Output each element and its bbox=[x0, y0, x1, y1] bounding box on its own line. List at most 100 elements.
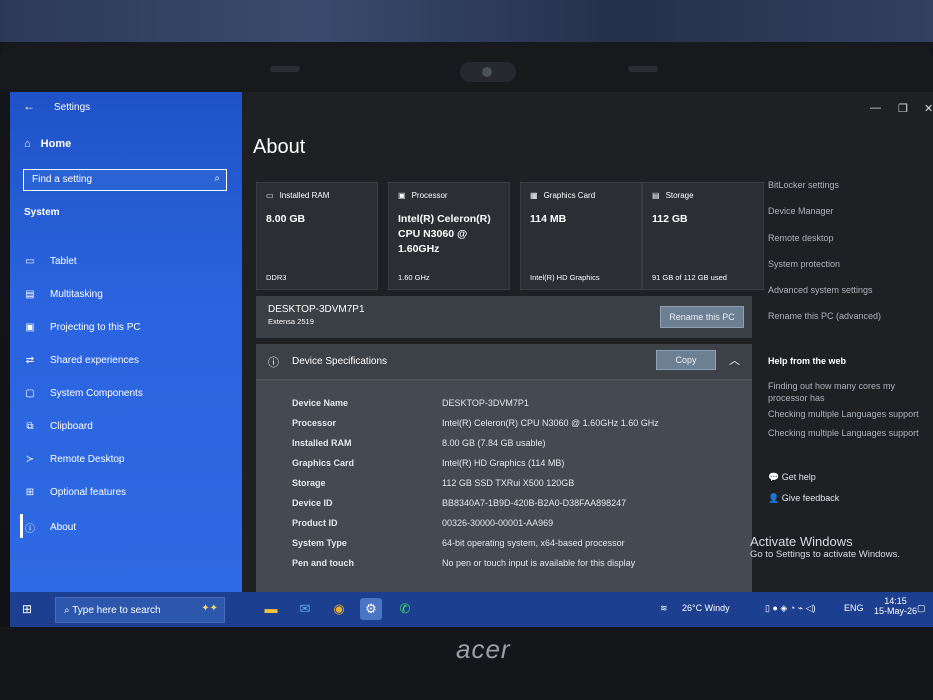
activation-watermark: Activate Windows Go to Settings to activ… bbox=[750, 534, 900, 560]
graphics-card: ▦ Graphics Card 114 MB Intel(R) HD Graphi… bbox=[520, 182, 642, 290]
link-device-manager[interactable]: Device Manager bbox=[768, 206, 834, 216]
sidebar-item-about[interactable]: ⓘ About bbox=[24, 520, 76, 535]
sidebar-item-multitasking[interactable]: ▤ Multitasking bbox=[24, 289, 103, 300]
spec-value: No pen or touch input is available for t… bbox=[442, 558, 636, 568]
shared-icon: ⇄ bbox=[25, 355, 35, 366]
spec-row: Pen and touch No pen or touch input is av… bbox=[292, 558, 635, 568]
copy-button[interactable]: Copy bbox=[656, 350, 716, 370]
mail-icon[interactable]: ✉ bbox=[294, 598, 316, 620]
multitasking-icon: ▤ bbox=[25, 289, 35, 300]
card-header: Installed RAM bbox=[279, 191, 330, 200]
home-label: Home bbox=[40, 138, 72, 150]
spec-key: Processor bbox=[292, 418, 337, 428]
sparkle-icon: ✦✦ bbox=[201, 603, 218, 614]
link-rename-advanced[interactable]: Rename this PC (advanced) bbox=[768, 311, 881, 321]
sidebar-item-shared[interactable]: ⇄ Shared experiences bbox=[24, 355, 139, 366]
ram-card: ▭ Installed RAM 8.00 GB DDR3 bbox=[256, 182, 378, 290]
spec-key: Product ID bbox=[292, 518, 338, 528]
rename-pc-button[interactable]: Rename this PC bbox=[660, 306, 744, 328]
close-icon[interactable]: ✕ bbox=[924, 102, 933, 115]
components-icon: ▢ bbox=[25, 388, 35, 399]
sidebar-item-label: About bbox=[50, 522, 77, 533]
windows-start-icon[interactable]: ⊞ bbox=[22, 602, 32, 616]
chat-icon: 💬 bbox=[768, 472, 780, 482]
sidebar-item-label: Shared experiences bbox=[50, 355, 139, 366]
storage-icon: ▤ bbox=[652, 191, 660, 200]
taskbar-search[interactable]: ⌕ Type here to search ✦✦ bbox=[55, 597, 225, 623]
notification-icon[interactable]: ▢ bbox=[917, 603, 926, 614]
page-title: About bbox=[253, 136, 306, 158]
link-remote-desktop[interactable]: Remote desktop bbox=[768, 233, 834, 243]
get-help-label: Get help bbox=[781, 472, 816, 482]
language-indicator[interactable]: ENG bbox=[844, 603, 864, 613]
date: 15-May-26 bbox=[874, 606, 918, 616]
acer-logo: acer bbox=[456, 634, 511, 664]
sidebar-item-projecting[interactable]: ▣ Projecting to this PC bbox=[24, 322, 141, 333]
spec-value: 64-bit operating system, x64-based proce… bbox=[442, 538, 625, 548]
settings-gear-icon[interactable]: ⚙ bbox=[360, 598, 382, 620]
search-icon: ⌕ bbox=[214, 173, 220, 184]
back-arrow-icon[interactable]: ← bbox=[23, 99, 35, 113]
card-value: 8.00 GB bbox=[266, 213, 306, 225]
processor-card: ▣ Processor Intel(R) Celeron(R) CPU N3060… bbox=[388, 182, 510, 290]
give-feedback-link[interactable]: 👤 Give feedback bbox=[768, 493, 839, 504]
clock[interactable]: 14:15 15-May-26 bbox=[874, 596, 917, 616]
watermark-line1: Activate Windows bbox=[750, 534, 853, 549]
link-system-protection[interactable]: System protection bbox=[768, 259, 840, 269]
storage-card: ▤ Storage 112 GB 91 GB of 112 GB used bbox=[642, 182, 764, 290]
sidebar-item-label: Remote Desktop bbox=[50, 454, 125, 465]
spec-title: Device Specifications bbox=[292, 356, 388, 367]
sidebar-item-optional-features[interactable]: ⊞ Optional features bbox=[24, 487, 126, 498]
spec-row: Graphics Card Intel(R) HD Graphics (114 M… bbox=[292, 458, 564, 468]
spec-value: DESKTOP-3DVM7P1 bbox=[442, 398, 529, 408]
give-feedback-label: Give feedback bbox=[781, 493, 840, 503]
help-link[interactable]: Checking multiple Languages support bbox=[768, 409, 919, 419]
sidebar-item-label: Clipboard bbox=[50, 421, 93, 432]
link-advanced-system[interactable]: Advanced system settings bbox=[768, 285, 873, 295]
tablet-icon: ▭ bbox=[25, 256, 35, 267]
sidebar-item-label: Projecting to this PC bbox=[50, 322, 141, 333]
home-icon: ⌂ bbox=[24, 138, 31, 150]
sidebar-item-label: Multitasking bbox=[50, 289, 103, 300]
projector-icon: ▣ bbox=[25, 322, 35, 333]
whatsapp-icon[interactable]: ✆ bbox=[394, 598, 416, 620]
sidebar-item-tablet[interactable]: ▭ Tablet bbox=[24, 256, 76, 267]
card-value: 112 GB bbox=[652, 213, 688, 225]
spec-row: Product ID 00326-30000-00001-AA969 bbox=[292, 518, 553, 528]
spec-key: Device ID bbox=[292, 498, 333, 508]
background-fabric bbox=[0, 0, 933, 42]
spec-row: Installed RAM 8.00 GB (7.84 GB usable) bbox=[292, 438, 546, 448]
sidebar-item-components[interactable]: ▢ System Components bbox=[24, 388, 143, 399]
sidebar-item-clipboard[interactable]: ⧉ Clipboard bbox=[24, 421, 93, 432]
help-link[interactable]: Finding out how many cores my processor … bbox=[768, 380, 908, 404]
help-link[interactable]: Checking multiple Languages support bbox=[768, 428, 919, 438]
gpu-icon: ▦ bbox=[530, 191, 538, 200]
time: 14:15 bbox=[884, 596, 907, 606]
weather-text[interactable]: 26°C Windy bbox=[682, 603, 730, 613]
tray-icons[interactable]: ▯ ● ◈ ◔ ⌁ ◁) bbox=[765, 603, 816, 614]
get-help-link[interactable]: 💬 Get help bbox=[768, 472, 816, 483]
spec-key: Device Name bbox=[292, 398, 349, 408]
window-title: Settings bbox=[54, 102, 91, 113]
link-bitlocker[interactable]: BitLocker settings bbox=[768, 180, 839, 190]
sidebar-item-remote-desktop[interactable]: ≻ Remote Desktop bbox=[24, 454, 125, 465]
minimize-icon[interactable]: — bbox=[870, 102, 881, 114]
webcam bbox=[460, 62, 516, 82]
taskbar-search-label: Type here to search bbox=[72, 605, 161, 616]
spec-row: Processor Intel(R) Celeron(R) CPU N3060 @… bbox=[292, 418, 659, 428]
file-explorer-icon[interactable]: ▬ bbox=[260, 598, 282, 620]
spec-value: 00326-30000-00001-AA969 bbox=[442, 518, 554, 528]
spec-row: Device Name DESKTOP-3DVM7P1 bbox=[292, 398, 529, 408]
search-input[interactable]: Find a setting ⌕ bbox=[23, 169, 227, 191]
chrome-icon[interactable]: ◉ bbox=[328, 598, 350, 620]
active-indicator bbox=[20, 514, 23, 538]
sidebar-item-label: Optional features bbox=[50, 487, 127, 498]
maximize-icon[interactable]: ❐ bbox=[898, 102, 908, 115]
chevron-up-icon[interactable]: ︿ bbox=[729, 352, 740, 368]
help-title: Help from the web bbox=[768, 356, 847, 366]
home-link[interactable]: ⌂ Home bbox=[24, 138, 71, 150]
card-sub: Intel(R) HD Graphics bbox=[530, 273, 600, 282]
spec-key: Storage bbox=[292, 478, 326, 488]
spec-row: System Type 64-bit operating system, x64-… bbox=[292, 538, 625, 548]
spec-row: Device ID BB8340A7-1B9D-420B-B2A0-D38FAA8… bbox=[292, 498, 626, 508]
